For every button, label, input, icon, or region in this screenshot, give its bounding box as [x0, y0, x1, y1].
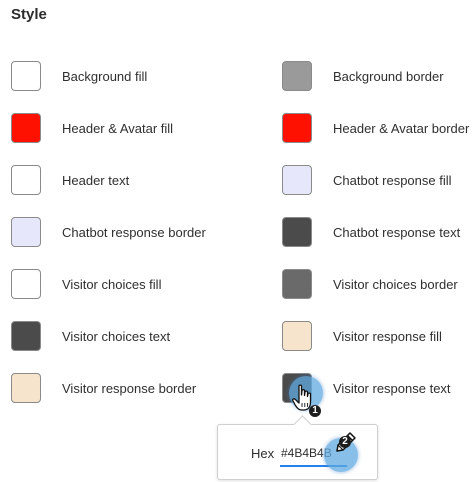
- color-setting-label: Chatbot response text: [333, 225, 461, 240]
- style-section-title: Style: [11, 6, 47, 23]
- color-setting-chatbot-response-border: Chatbot response border: [11, 217, 282, 269]
- color-setting-header-text: Header text: [11, 165, 282, 217]
- color-swatch-visitor-choices-text[interactable]: [11, 321, 41, 351]
- color-swatch-visitor-choices-border[interactable]: [282, 269, 312, 299]
- color-setting-header-avatar-fill: Header & Avatar fill: [11, 113, 282, 165]
- color-setting-background-border: Background border: [282, 61, 471, 113]
- step-1-badge: 1: [309, 405, 321, 417]
- color-setting-label: Chatbot response border: [62, 225, 206, 240]
- color-setting-visitor-choices-border: Visitor choices border: [282, 269, 471, 321]
- color-setting-label: Chatbot response fill: [333, 173, 452, 188]
- color-setting-visitor-response-fill: Visitor response fill: [282, 321, 471, 373]
- color-setting-visitor-choices-text: Visitor choices text: [11, 321, 282, 373]
- color-setting-header-avatar-border: Header & Avatar border: [282, 113, 471, 165]
- color-setting-label: Visitor choices text: [62, 329, 171, 344]
- color-swatch-chatbot-response-text[interactable]: [282, 217, 312, 247]
- color-setting-label: Visitor choices fill: [62, 277, 162, 292]
- color-swatch-visitor-response-fill[interactable]: [282, 321, 312, 351]
- color-swatch-visitor-response-border[interactable]: [11, 373, 41, 403]
- color-setting-label: Visitor choices border: [333, 277, 458, 292]
- color-swatch-visitor-choices-fill[interactable]: [11, 269, 41, 299]
- color-swatch-background-border[interactable]: [282, 61, 312, 91]
- color-swatch-header-avatar-fill[interactable]: [11, 113, 41, 143]
- color-setting-label: Background border: [333, 69, 444, 84]
- color-setting-label: Header & Avatar border: [333, 121, 470, 136]
- color-settings-grid: Background fill Background border Header…: [11, 61, 471, 425]
- hex-label: Hex: [251, 446, 275, 461]
- color-swatch-background-fill[interactable]: [11, 61, 41, 91]
- color-swatch-chatbot-response-border[interactable]: [11, 217, 41, 247]
- color-setting-label: Background fill: [62, 69, 148, 84]
- color-setting-chatbot-response-fill: Chatbot response fill: [282, 165, 471, 217]
- color-setting-chatbot-response-text: Chatbot response text: [282, 217, 471, 269]
- color-setting-label: Header text: [62, 173, 130, 188]
- color-setting-visitor-response-border: Visitor response border: [11, 373, 282, 425]
- color-swatch-header-text[interactable]: [11, 165, 41, 195]
- color-setting-label: Visitor response border: [62, 381, 197, 396]
- color-swatch-header-avatar-border[interactable]: [282, 113, 312, 143]
- color-setting-visitor-choices-fill: Visitor choices fill: [11, 269, 282, 321]
- step-2-badge: 2: [339, 436, 351, 448]
- color-setting-label: Visitor response fill: [333, 329, 442, 344]
- color-setting-label: Visitor response text: [333, 381, 451, 396]
- color-swatch-chatbot-response-fill[interactable]: [282, 165, 312, 195]
- color-setting-background-fill: Background fill: [11, 61, 282, 113]
- color-setting-label: Header & Avatar fill: [62, 121, 174, 136]
